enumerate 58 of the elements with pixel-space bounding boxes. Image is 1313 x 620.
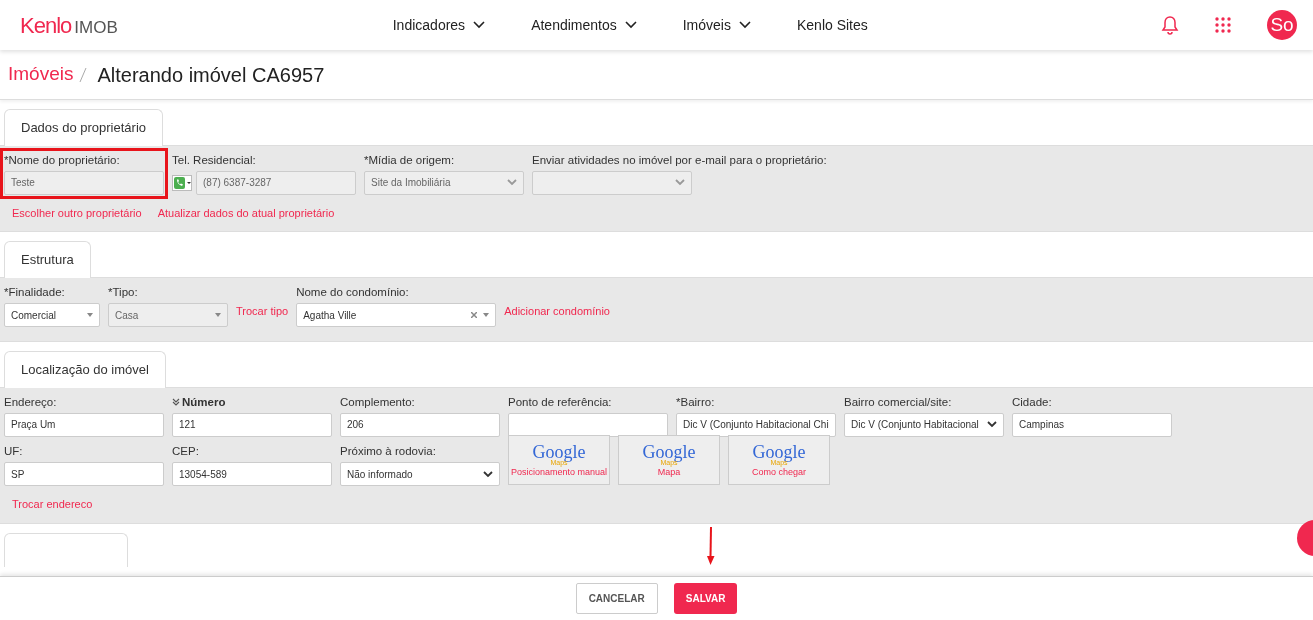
field-label: *Bairro: bbox=[676, 394, 715, 410]
section-tab[interactable]: Localização do imóvel bbox=[4, 351, 166, 388]
field-label: UF: bbox=[4, 443, 23, 459]
nav-menu-item[interactable]: Kenlo Sites bbox=[796, 14, 868, 36]
text-field[interactable]: 206 bbox=[340, 412, 500, 437]
dropdown[interactable]: Não informado bbox=[340, 462, 500, 486]
section-tab[interactable] bbox=[4, 532, 128, 567]
user-avatar[interactable]: So bbox=[1267, 10, 1297, 40]
page-title: Alterando imóvel CA6957 bbox=[97, 62, 325, 88]
text-field[interactable]: Dic V (Conjunto Habitacional Chi bbox=[676, 412, 836, 437]
field-label: *Tipo: bbox=[108, 284, 138, 300]
field-label: Nome do condomínio: bbox=[296, 284, 409, 300]
field-label: *Mídia de origem: bbox=[364, 152, 455, 168]
logo: KenloIMOB bbox=[20, 11, 118, 40]
chevron-down-icon bbox=[738, 21, 751, 29]
chevron-down-icon bbox=[483, 470, 493, 478]
dropdown[interactable]: Comercial bbox=[4, 303, 100, 327]
nav-menu-item[interactable]: Atendimentos bbox=[531, 14, 637, 36]
nav-menu-item[interactable]: Indicadores bbox=[392, 14, 486, 36]
section-tab[interactable]: Estrutura bbox=[4, 241, 91, 278]
text-field[interactable]: 13054-589 bbox=[172, 462, 332, 486]
field-label: Cidade: bbox=[1012, 394, 1052, 410]
field-label: Complemento: bbox=[340, 394, 415, 410]
phone-icon bbox=[172, 174, 192, 191]
field-label: CEP: bbox=[172, 443, 199, 459]
field-label: Enviar atividades no imóvel por e-mail para o proprietário: bbox=[532, 152, 827, 168]
caret-down-icon bbox=[215, 313, 221, 317]
bell-icon bbox=[1161, 15, 1179, 35]
field-label: Próximo à rodovia: bbox=[340, 443, 436, 459]
apps-grid-icon bbox=[1215, 17, 1231, 33]
dropdown[interactable]: Dic V (Conjunto Habitacional bbox=[844, 412, 1004, 437]
text-field[interactable]: 121 bbox=[172, 412, 332, 437]
chevron-down-icon bbox=[624, 21, 637, 29]
field-label: Ponto de referência: bbox=[508, 394, 612, 410]
breadcrumb-separator-icon bbox=[79, 66, 88, 83]
nav-menu-item[interactable]: Imóveis bbox=[682, 14, 751, 36]
caret-down-icon bbox=[483, 313, 490, 317]
text-field[interactable]: SP bbox=[4, 462, 164, 486]
field-label: Tel. Residencial: bbox=[172, 152, 256, 168]
clear-icon bbox=[471, 312, 478, 318]
chevron-down-icon bbox=[473, 21, 486, 29]
text-field[interactable]: Praça Um bbox=[4, 412, 164, 437]
text-field[interactable] bbox=[508, 412, 668, 437]
cancel-button[interactable]: CANCELAR bbox=[575, 583, 658, 614]
chevron-down-icon bbox=[507, 179, 517, 187]
field-label: *Nome do proprietário: bbox=[4, 152, 120, 168]
breadcrumb-link[interactable]: Imóveis bbox=[8, 60, 74, 89]
chevron-down-icon bbox=[987, 421, 997, 429]
combo-box[interactable]: Agatha Ville bbox=[296, 303, 497, 327]
field-label: Endereço: bbox=[4, 394, 57, 410]
save-button[interactable]: SALVAR bbox=[673, 583, 738, 614]
field-label: *Finalidade: bbox=[4, 284, 65, 300]
field-label: Número bbox=[182, 394, 226, 410]
chevron-down-icon bbox=[675, 179, 685, 187]
caret-down-icon bbox=[87, 313, 93, 317]
field-label: Bairro comercial/site: bbox=[844, 394, 952, 410]
section-tab[interactable]: Dados do proprietário bbox=[4, 109, 164, 146]
text-field[interactable]: Campinas bbox=[1012, 412, 1172, 437]
